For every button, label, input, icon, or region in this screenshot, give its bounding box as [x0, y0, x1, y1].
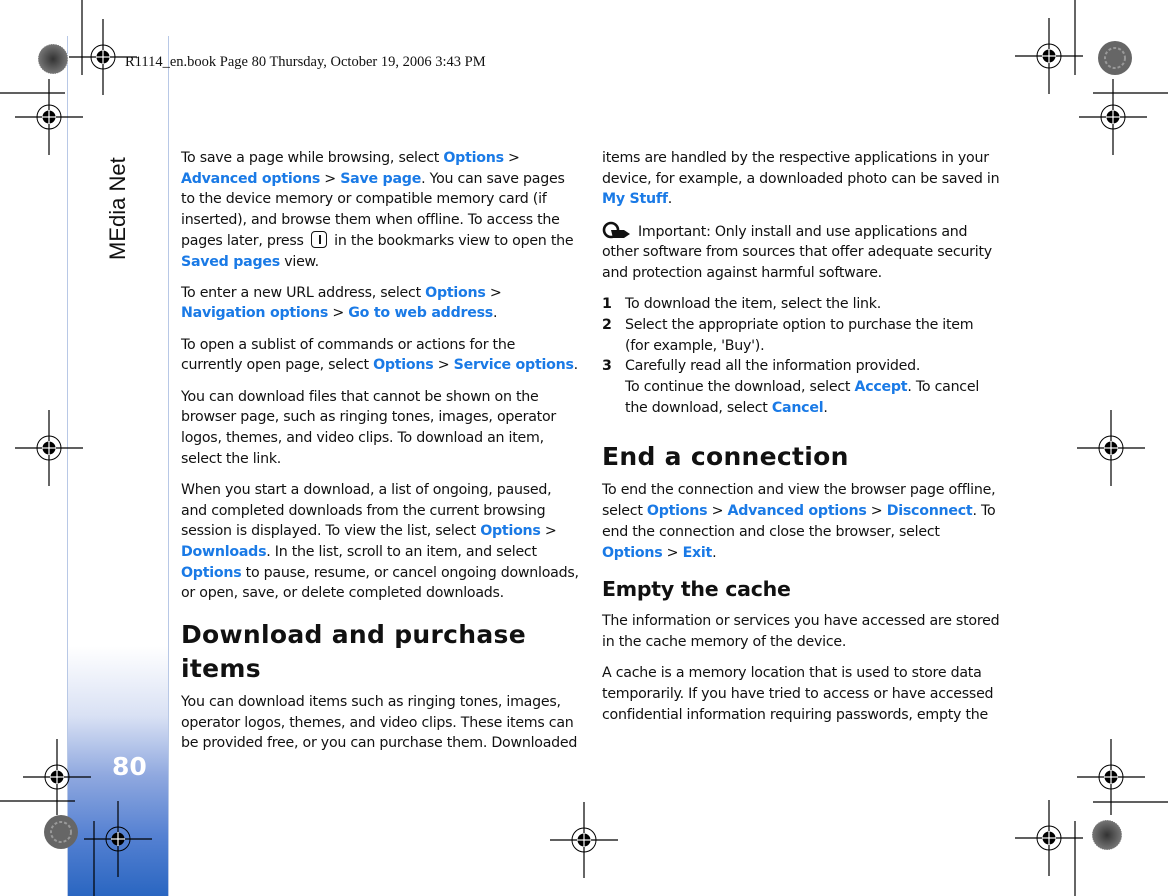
color-star-icon [44, 815, 78, 849]
important-note: Important: Only install and use applicat… [602, 221, 1000, 284]
link-options[interactable]: Options [647, 503, 708, 519]
link-saved-pages[interactable]: Saved pages [181, 254, 280, 270]
warning-hand-icon [602, 221, 630, 238]
color-star-icon [1091, 819, 1123, 851]
link-my-stuff[interactable]: My Stuff [602, 191, 668, 207]
link-options[interactable]: Options [425, 285, 486, 301]
color-star-icon [1098, 41, 1132, 75]
link-options[interactable]: Options [480, 523, 541, 539]
link-save-page[interactable]: Save page [340, 171, 421, 187]
heading-download-purchase: Download and purchase items [181, 620, 526, 684]
purchase-steps: 1 To download the item, select the link. … [602, 294, 1000, 418]
paragraph-download-items: You can download items such as ringing t… [181, 694, 578, 752]
step-item: 3 Carefully read all the information prov… [602, 358, 980, 416]
step-item: 2 Select the appropriate option to purcha… [602, 316, 974, 354]
paragraph-handled: items are handled by the respective appl… [602, 150, 1000, 208]
paragraph-cache-definition: A cache is a memory location that is use… [602, 665, 994, 723]
paragraph-end-connection: To end the connection and view the brows… [602, 482, 996, 561]
step-item: 1 To download the item, select the link. [602, 296, 881, 313]
registration-target-icon [549, 801, 619, 879]
left-column: To save a page while browsing, select Op… [181, 148, 579, 765]
color-star-icon [37, 43, 69, 75]
link-service-options[interactable]: Service options [454, 357, 574, 373]
link-options[interactable]: Options [373, 357, 434, 373]
paragraph-cache-info: The information or services you have acc… [602, 613, 1000, 650]
link-disconnect[interactable]: Disconnect [887, 503, 973, 519]
heading-empty-cache: Empty the cache [602, 577, 791, 602]
link-advanced-options[interactable]: Advanced options [728, 503, 867, 519]
paragraph-sublist: To open a sublist of commands or actions… [181, 336, 578, 374]
link-advanced-options[interactable]: Advanced options [181, 171, 320, 187]
link-exit[interactable]: Exit [683, 545, 713, 561]
registration-target-icon [14, 409, 84, 487]
link-navigation-options[interactable]: Navigation options [181, 305, 328, 321]
link-cancel[interactable]: Cancel [772, 400, 824, 416]
scroll-key-icon [310, 230, 327, 248]
link-accept[interactable]: Accept [854, 379, 907, 395]
registration-target-icon [14, 78, 84, 156]
link-options[interactable]: Options [181, 565, 242, 581]
registration-target-icon [1076, 738, 1146, 816]
registration-target-icon [1014, 799, 1084, 877]
paragraph-download-files: You can download files that cannot be sh… [181, 388, 556, 467]
link-downloads[interactable]: Downloads [181, 544, 267, 560]
link-options[interactable]: Options [443, 150, 504, 166]
registration-target-icon [22, 738, 92, 816]
registration-target-icon [1014, 17, 1084, 95]
right-column: items are handled by the respective appl… [602, 148, 1000, 736]
paragraph-save-page: To save a page while browsing, select Op… [181, 150, 574, 270]
paragraph-downloads-list: When you start a download, a list of ong… [181, 481, 579, 602]
registration-target-icon [68, 18, 138, 96]
registration-target-icon [1076, 409, 1146, 487]
registration-target-icon [83, 800, 153, 878]
link-options[interactable]: Options [602, 545, 663, 561]
registration-target-icon [1078, 78, 1148, 156]
heading-end-connection: End a connection [602, 442, 849, 472]
link-go-to-web-address[interactable]: Go to web address [348, 305, 493, 321]
paragraph-url-address: To enter a new URL address, select Optio… [181, 284, 502, 322]
